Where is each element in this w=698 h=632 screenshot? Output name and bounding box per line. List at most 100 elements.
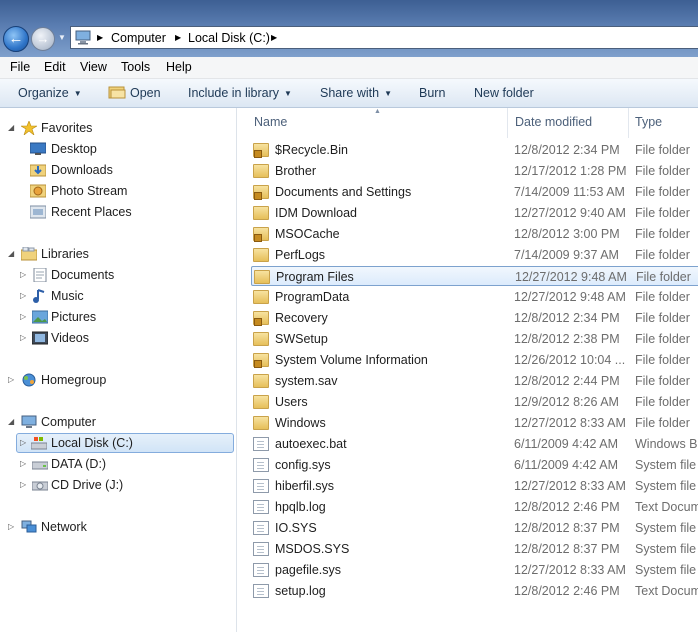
file-type: File folder: [635, 353, 690, 367]
expand-arrow-icon[interactable]: ▷: [20, 265, 26, 285]
expand-arrow-icon[interactable]: ▷: [20, 454, 26, 474]
nav-computer[interactable]: ◢ Computer: [6, 412, 226, 432]
file-row[interactable]: system.sav 12/8/2012 2:44 PM File folder: [251, 371, 698, 391]
include-in-library-button[interactable]: Include in library ▼: [188, 86, 292, 101]
nav-videos[interactable]: ▷ Videos: [18, 328, 218, 348]
file-row[interactable]: IDM Download 12/27/2012 9:40 AM File folde…: [251, 203, 698, 223]
nav-favorites[interactable]: ◢ Favorites: [6, 118, 226, 138]
file-row[interactable]: config.sys 6/11/2009 4:42 AM System file: [251, 455, 698, 475]
file-row[interactable]: hiberfil.sys 12/27/2012 8:33 AM System fil…: [251, 476, 698, 496]
navigation-pane: ◢ Favorites Desktop Downloads Photo Stre…: [0, 108, 237, 632]
chevron-down-icon: ▼: [384, 89, 392, 98]
organize-label: Organize: [18, 86, 69, 100]
file-name: Program Files: [276, 270, 354, 284]
open-button[interactable]: Open: [130, 86, 161, 101]
folder-icon: [253, 248, 269, 262]
file-row[interactable]: MSDOS.SYS 12/8/2012 8:37 PM System file: [251, 539, 698, 559]
nav-data-drive[interactable]: ▷ DATA (D:): [18, 454, 218, 474]
folder-icon: [253, 206, 269, 220]
file-row[interactable]: ProgramData 12/27/2012 9:48 AM File folder: [251, 287, 698, 307]
file-row[interactable]: pagefile.sys 12/27/2012 8:33 AM System fil…: [251, 560, 698, 580]
nav-desktop[interactable]: Desktop: [30, 139, 220, 159]
nav-documents[interactable]: ▷ Documents: [18, 265, 218, 285]
file-date-modified: 12/27/2012 8:33 AM: [514, 416, 626, 430]
column-header-name[interactable]: Name: [254, 108, 287, 138]
file-row[interactable]: MSOCache 12/8/2012 3:00 PM File folder: [251, 224, 698, 244]
file-row[interactable]: $Recycle.Bin 12/8/2012 2:34 PM File folder: [251, 140, 698, 160]
expand-arrow-icon[interactable]: ▷: [20, 433, 26, 453]
breadcrumb-arrow-icon[interactable]: ▶: [97, 30, 103, 46]
address-field[interactable]: ▶ Computer ▶ Local Disk (C:) ▶: [70, 26, 698, 49]
organize-button[interactable]: Organize ▼: [18, 86, 82, 101]
locked-folder-icon: [253, 143, 269, 158]
nav-recent-places[interactable]: Recent Places: [30, 202, 220, 222]
menu-view[interactable]: View: [80, 60, 107, 75]
new-folder-button[interactable]: New folder: [474, 86, 534, 101]
file-date-modified: 12/8/2012 2:34 PM: [514, 311, 620, 325]
file-row[interactable]: Recovery 12/8/2012 2:34 PM File folder: [251, 308, 698, 328]
file-row[interactable]: System Volume Information 12/26/2012 10:0…: [251, 350, 698, 370]
expand-arrow-icon[interactable]: ▷: [20, 307, 26, 327]
nav-music[interactable]: ▷ Music: [18, 286, 218, 306]
nav-homegroup[interactable]: ▷ Homegroup: [6, 370, 226, 390]
file-row[interactable]: IO.SYS 12/8/2012 8:37 PM System file: [251, 518, 698, 538]
file-name: Windows: [275, 416, 326, 430]
collapse-arrow-icon[interactable]: ◢: [8, 118, 14, 138]
file-row[interactable]: PerfLogs 7/14/2009 9:37 AM File folder: [251, 245, 698, 265]
file-row[interactable]: SWSetup 12/8/2012 2:38 PM File folder: [251, 329, 698, 349]
desktop-icon: [30, 142, 46, 155]
expand-arrow-icon[interactable]: ▷: [8, 370, 14, 390]
menu-file[interactable]: File: [10, 60, 30, 75]
file-date-modified: 12/26/2012 10:04 ...: [514, 353, 626, 367]
nav-network[interactable]: ▷ Network: [6, 517, 226, 537]
music-icon: [33, 289, 45, 303]
file-row[interactable]: autoexec.bat 6/11/2009 4:42 AM Windows Ba: [251, 434, 698, 454]
file-row[interactable]: Windows 12/27/2012 8:33 AM File folder: [251, 413, 698, 433]
file-date-modified: 7/14/2009 11:53 AM: [514, 185, 625, 199]
back-button[interactable]: ←: [3, 26, 29, 52]
nav-photo-stream[interactable]: Photo Stream: [30, 181, 220, 201]
file-row[interactable]: Documents and Settings 7/14/2009 11:53 AM…: [251, 182, 698, 202]
nav-libraries[interactable]: ◢ Libraries: [6, 244, 226, 264]
file-row[interactable]: Users 12/9/2012 8:26 AM File folder: [251, 392, 698, 412]
expand-arrow-icon[interactable]: ▷: [20, 286, 26, 306]
file-type: File folder: [635, 206, 690, 220]
breadcrumb-arrow-icon[interactable]: ▶: [175, 30, 181, 46]
file-row[interactable]: Brother 12/17/2012 1:28 PM File folder: [251, 161, 698, 181]
file-row[interactable]: hpqlb.log 12/8/2012 2:46 PM Text Docum: [251, 497, 698, 517]
collapse-arrow-icon[interactable]: ◢: [8, 412, 14, 432]
file-row[interactable]: Program Files 12/27/2012 9:48 AM File fold…: [251, 266, 698, 286]
breadcrumb-computer[interactable]: Computer: [111, 30, 166, 46]
nav-downloads[interactable]: Downloads: [30, 160, 220, 180]
column-divider[interactable]: [507, 108, 508, 138]
breadcrumb-arrow-icon[interactable]: ▶: [271, 30, 277, 46]
collapse-arrow-icon[interactable]: ◢: [8, 244, 14, 264]
column-divider[interactable]: [628, 108, 629, 138]
nav-label: Videos: [51, 331, 89, 345]
expand-arrow-icon[interactable]: ▷: [20, 328, 26, 348]
nav-cd-drive[interactable]: ▷ CD Drive (J:): [18, 475, 218, 495]
recent-pages-dropdown[interactable]: ▼: [58, 34, 66, 42]
menu-tools[interactable]: Tools: [121, 60, 150, 75]
share-with-button[interactable]: Share with ▼: [320, 86, 392, 101]
nav-pictures[interactable]: ▷ Pictures: [18, 307, 218, 327]
menu-help[interactable]: Help: [166, 60, 192, 75]
file-type: File folder: [635, 143, 690, 157]
nav-local-disk-c[interactable]: ▷ Local Disk (C:): [16, 433, 234, 453]
column-header-date[interactable]: Date modified: [515, 108, 592, 138]
file-row[interactable]: setup.log 12/8/2012 2:46 PM Text Docum: [251, 581, 698, 601]
file-type: System file: [635, 458, 697, 472]
nav-label: Recent Places: [51, 205, 132, 219]
forward-button[interactable]: →: [31, 27, 55, 51]
expand-arrow-icon[interactable]: ▷: [20, 475, 26, 495]
file-type: File folder: [635, 185, 690, 199]
expand-arrow-icon[interactable]: ▷: [8, 517, 14, 537]
burn-button[interactable]: Burn: [419, 86, 445, 101]
column-header-type[interactable]: Type: [635, 108, 662, 138]
nav-label: Computer: [41, 415, 96, 429]
nav-label: Desktop: [51, 142, 97, 156]
breadcrumb-local-disk[interactable]: Local Disk (C:): [188, 30, 270, 46]
lock-icon: [254, 150, 262, 158]
menu-edit[interactable]: Edit: [44, 60, 66, 75]
file-type: File folder: [635, 332, 690, 346]
